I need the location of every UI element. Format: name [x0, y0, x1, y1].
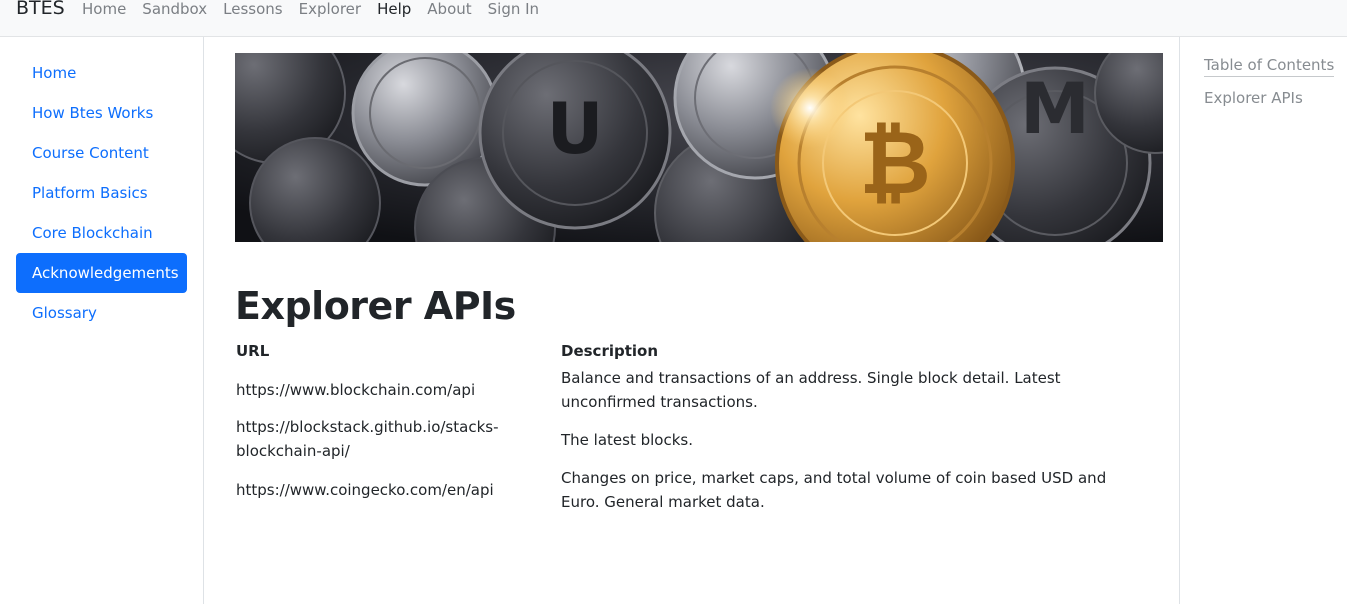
sidebar-item-how-btes-works[interactable]: How Btes Works — [16, 93, 187, 133]
nav-link-help[interactable]: Help — [377, 0, 411, 18]
svg-text:U: U — [547, 88, 604, 170]
hero-banner-image: U M ₿ — [235, 53, 1163, 242]
nav-link-sign-in[interactable]: Sign In — [488, 0, 539, 18]
nav-link-home[interactable]: Home — [82, 0, 126, 18]
nav-link-lessons[interactable]: Lessons — [223, 0, 282, 18]
crypto-coins-illustration: U M ₿ — [235, 53, 1163, 242]
nav-link-about[interactable]: About — [427, 0, 471, 18]
nav-link-explorer[interactable]: Explorer — [299, 0, 361, 18]
top-navbar: BTES Home Sandbox Lessons Explorer Help … — [0, 0, 1347, 37]
page-title: Explorer APIs — [235, 284, 516, 328]
table-row-url[interactable]: https://www.blockchain.com/api — [236, 378, 536, 402]
nav-link-sandbox[interactable]: Sandbox — [142, 0, 207, 18]
table-row-description: Balance and transactions of an address. … — [561, 369, 1061, 411]
table-row-description: Changes on price, market caps, and total… — [561, 469, 1107, 511]
toc-title: Table of Contents — [1204, 56, 1335, 77]
svg-text:M: M — [1020, 68, 1090, 150]
sidebar-item-home[interactable]: Home — [16, 53, 187, 93]
table-of-contents: Table of Contents Explorer APIs — [1179, 37, 1347, 604]
column-header-description: Description — [561, 342, 659, 360]
table-row-description: The latest blocks. — [561, 431, 693, 449]
sidebar: Home How Btes Works Course Content Platf… — [0, 37, 204, 604]
sidebar-item-core-blockchain[interactable]: Core Blockchain — [16, 213, 187, 253]
nav-links: Home Sandbox Lessons Explorer Help About… — [82, 0, 555, 18]
sidebar-item-course-content[interactable]: Course Content — [16, 133, 187, 173]
sidebar-item-platform-basics[interactable]: Platform Basics — [16, 173, 187, 213]
sidebar-item-glossary[interactable]: Glossary — [16, 293, 187, 333]
svg-text:₿: ₿ — [859, 111, 931, 214]
toc-link-explorer-apis[interactable]: Explorer APIs — [1204, 89, 1303, 107]
table-row-url[interactable]: https://blockstack.github.io/stacks-bloc… — [236, 415, 506, 463]
table-row-url[interactable]: https://www.coingecko.com/en/api — [236, 478, 536, 502]
sidebar-item-acknowledgements[interactable]: Acknowledgements — [16, 253, 187, 293]
brand-logo[interactable]: BTES — [16, 0, 65, 19]
column-header-url: URL — [236, 342, 270, 360]
